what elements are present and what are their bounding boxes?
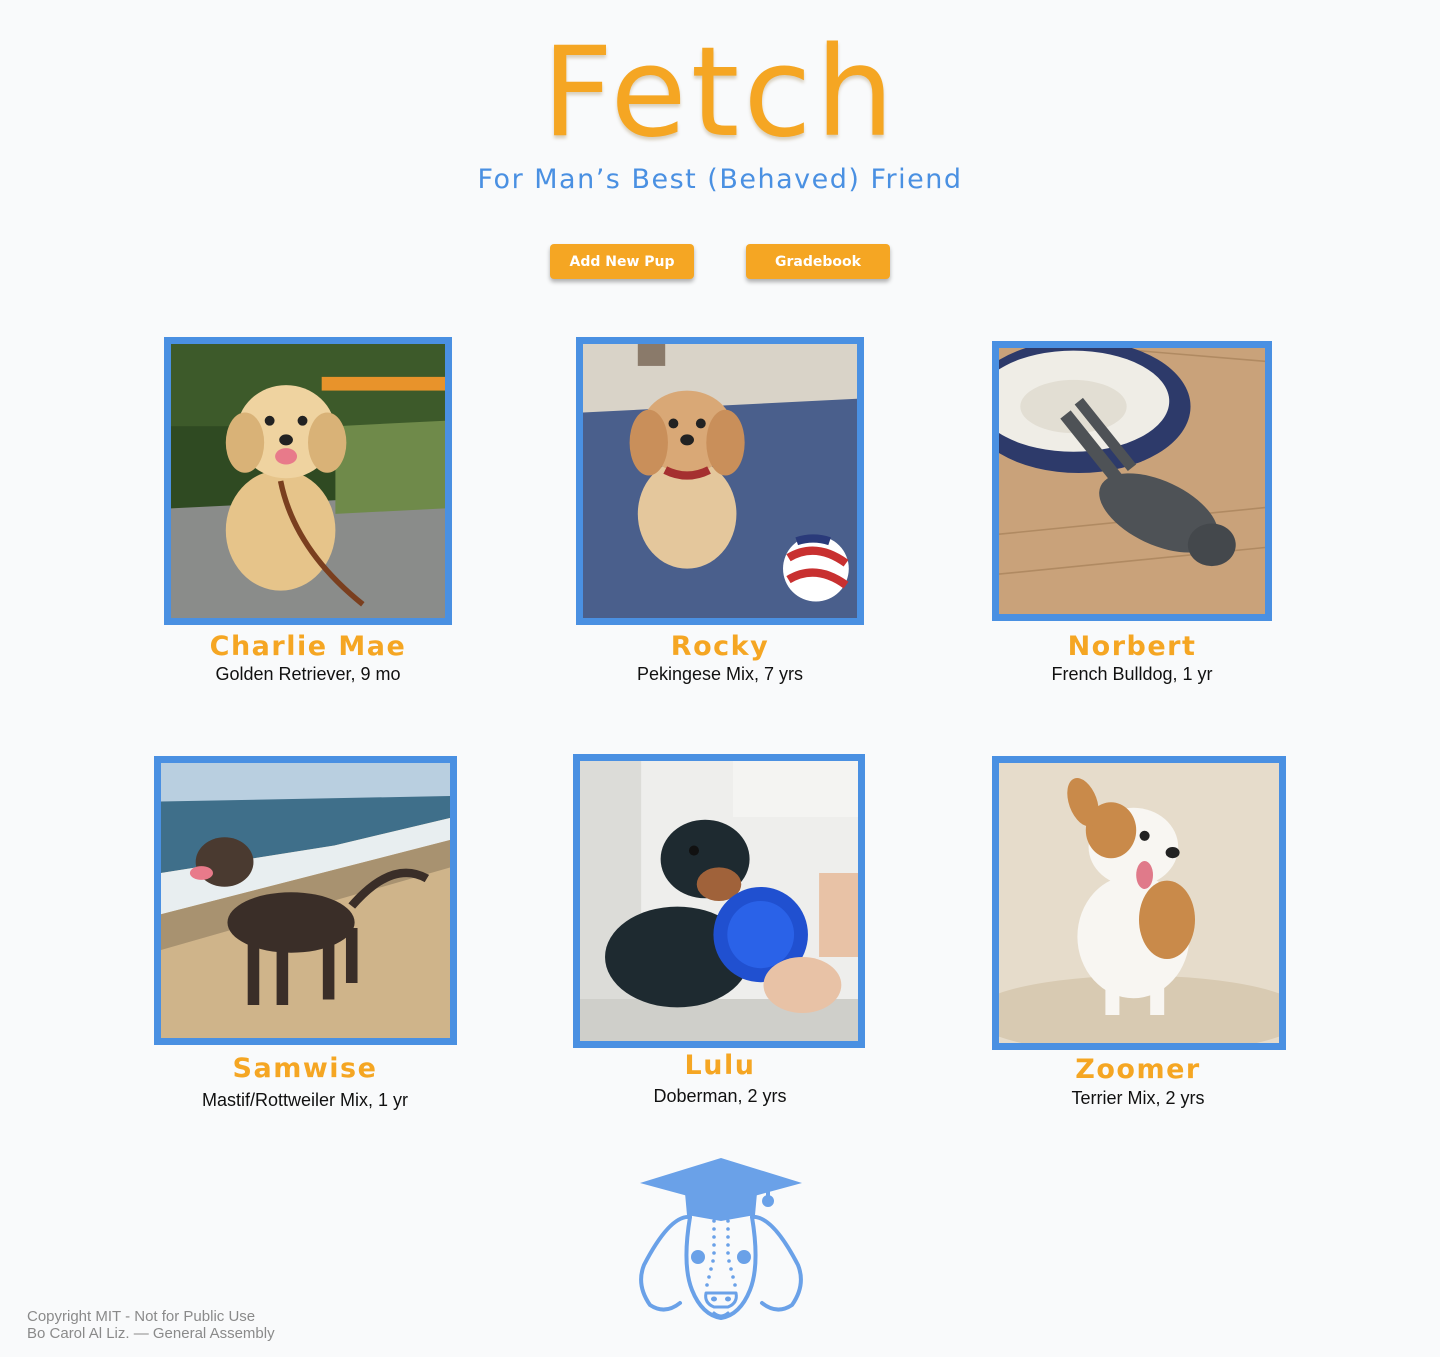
pup-name: Charlie Mae <box>209 631 407 662</box>
french-bulldog-photo <box>999 348 1265 614</box>
pup-photo[interactable] <box>992 341 1272 621</box>
pup-info: Doberman, 2 yrs <box>653 1086 787 1106</box>
pup-card-samwise[interactable]: Samwise Mastif/Rottweiler Mix, 1 yr <box>110 756 500 1116</box>
footer-credits: Bo Carol Al Liz. — General Assembly <box>27 1325 275 1342</box>
pup-info: French Bulldog, 1 yr <box>1051 664 1213 684</box>
pup-name: Zoomer <box>1075 1054 1201 1085</box>
page-subtitle: For Man’s Best (Behaved) Friend <box>477 164 963 195</box>
page-title: Fetch <box>541 21 899 165</box>
pup-photo[interactable] <box>154 756 457 1045</box>
doberman-photo <box>580 761 858 1041</box>
pup-info: Terrier Mix, 2 yrs <box>1071 1088 1205 1108</box>
pup-card-norbert[interactable]: Norbert French Bulldog, 1 yr <box>937 341 1327 687</box>
pup-card-lulu[interactable]: Lulu Doberman, 2 yrs <box>525 754 915 1114</box>
golden-retriever-photo <box>171 344 445 618</box>
pup-name: Norbert <box>1067 631 1197 662</box>
gradebook-button[interactable]: Gradebook <box>746 244 890 279</box>
pup-photo[interactable] <box>576 337 864 625</box>
pup-info: Golden Retriever, 9 mo <box>215 664 401 684</box>
mastiff-photo <box>161 763 450 1038</box>
pup-card-charlie-mae[interactable]: Charlie Mae Golden Retriever, 9 mo <box>113 337 503 687</box>
add-new-pup-button[interactable]: Add New Pup <box>550 244 694 279</box>
footer-copyright: Copyright MIT - Not for Public Use <box>27 1308 256 1325</box>
pup-photo[interactable] <box>164 337 452 625</box>
graduate-dog-logo-icon <box>630 1155 812 1330</box>
pup-card-rocky[interactable]: Rocky Pekingese Mix, 7 yrs <box>525 337 915 687</box>
pup-name: Rocky <box>670 631 770 662</box>
pup-photo[interactable] <box>992 756 1286 1050</box>
footer: Copyright MIT - Not for Public Use Bo Ca… <box>27 1308 275 1342</box>
pup-info: Pekingese Mix, 7 yrs <box>636 664 804 684</box>
pup-photo[interactable] <box>573 754 865 1048</box>
pup-name: Samwise <box>232 1053 378 1084</box>
pup-info: Mastif/Rottweiler Mix, 1 yr <box>201 1090 409 1110</box>
pup-card-zoomer[interactable]: Zoomer Terrier Mix, 2 yrs <box>943 756 1333 1116</box>
terrier-photo <box>999 763 1279 1043</box>
pekingese-photo <box>583 344 857 618</box>
pup-name: Lulu <box>684 1050 756 1081</box>
